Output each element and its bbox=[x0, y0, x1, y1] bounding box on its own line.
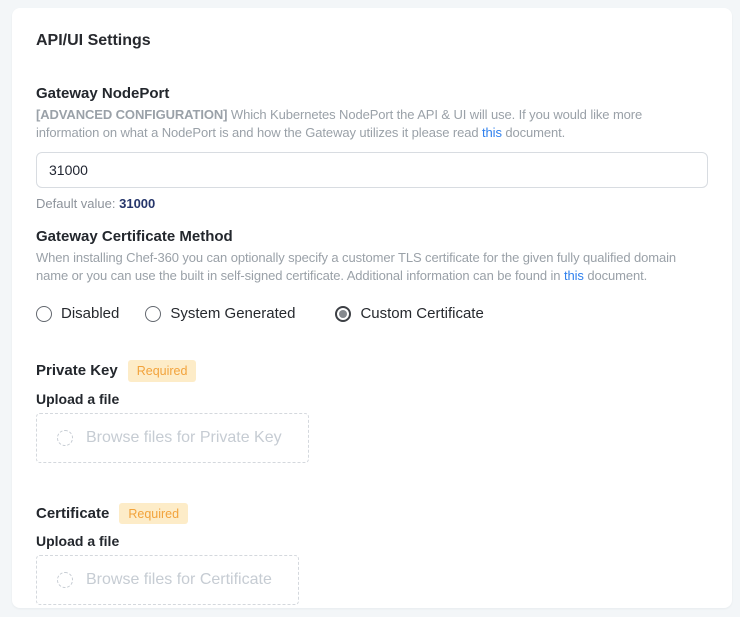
api-ui-settings-card: API/UI Settings Gateway NodePort [ADVANC… bbox=[12, 8, 732, 608]
radio-circle-icon bbox=[36, 306, 52, 322]
gateway-nodeport-label: Gateway NodePort bbox=[36, 84, 708, 104]
certificate-method-label: Gateway Certificate Method bbox=[36, 227, 708, 247]
radio-system-generated-label: System Generated bbox=[170, 305, 295, 322]
private-key-browse-text: Browse files for Private Key bbox=[86, 429, 282, 447]
radio-system-generated[interactable]: System Generated bbox=[145, 305, 295, 322]
private-key-section: Private Key Required Upload a file Brows… bbox=[36, 360, 708, 463]
advanced-configuration-tag: [ADVANCED CONFIGURATION] bbox=[36, 107, 227, 122]
dashed-circle-icon bbox=[57, 430, 73, 446]
gateway-nodeport-section: Gateway NodePort [ADVANCED CONFIGURATION… bbox=[36, 84, 708, 211]
required-badge: Required bbox=[128, 360, 197, 382]
gateway-nodeport-input[interactable] bbox=[36, 152, 708, 188]
required-badge: Required bbox=[119, 503, 188, 525]
certificate-section: Certificate Required Upload a file Brows… bbox=[36, 503, 708, 606]
certificate-method-radio-group: Disabled System Generated Custom Certifi… bbox=[36, 305, 708, 322]
radio-disabled-label: Disabled bbox=[61, 305, 119, 322]
page-title: API/UI Settings bbox=[36, 32, 708, 50]
default-value: 31000 bbox=[119, 196, 155, 211]
private-key-label-row: Private Key Required bbox=[36, 360, 708, 382]
gateway-nodeport-help: [ADVANCED CONFIGURATION] Which Kubernete… bbox=[36, 106, 708, 142]
radio-circle-icon bbox=[335, 306, 351, 322]
certificate-label: Certificate bbox=[36, 505, 109, 522]
certificate-method-section: Gateway Certificate Method When installi… bbox=[36, 227, 708, 322]
radio-disabled[interactable]: Disabled bbox=[36, 305, 119, 322]
certificate-doc-link[interactable]: this bbox=[564, 268, 584, 283]
dashed-circle-icon bbox=[57, 572, 73, 588]
gateway-nodeport-help-suffix: document. bbox=[502, 125, 565, 140]
radio-custom-certificate[interactable]: Custom Certificate bbox=[335, 305, 483, 322]
certificate-method-help: When installing Chef-360 you can optiona… bbox=[36, 249, 708, 285]
private-key-upload-label: Upload a file bbox=[36, 391, 708, 407]
radio-circle-icon bbox=[145, 306, 161, 322]
certificate-browse-text: Browse files for Certificate bbox=[86, 571, 272, 589]
private-key-label: Private Key bbox=[36, 362, 118, 379]
certificate-browse-box[interactable]: Browse files for Certificate bbox=[36, 555, 299, 605]
certificate-method-help-suffix: document. bbox=[584, 268, 647, 283]
private-key-browse-box[interactable]: Browse files for Private Key bbox=[36, 413, 309, 463]
default-value-label: Default value: bbox=[36, 196, 119, 211]
radio-custom-certificate-label: Custom Certificate bbox=[360, 305, 483, 322]
certificate-upload-label: Upload a file bbox=[36, 533, 708, 549]
nodeport-doc-link[interactable]: this bbox=[482, 125, 502, 140]
certificate-label-row: Certificate Required bbox=[36, 503, 708, 525]
default-value-line: Default value: 31000 bbox=[36, 196, 708, 211]
